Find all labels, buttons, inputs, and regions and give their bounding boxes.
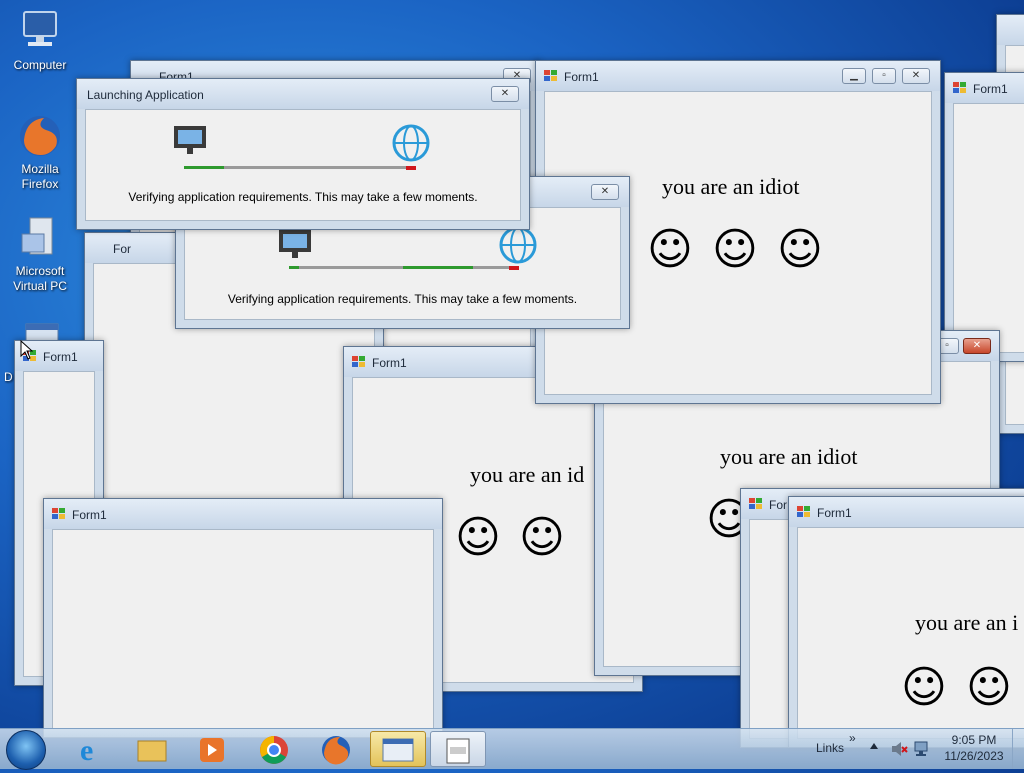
window-client xyxy=(52,529,434,729)
form-window[interactable]: Form1 xyxy=(43,498,443,738)
clock-date[interactable]: 11/26/2023 xyxy=(940,749,1008,763)
smiley-icon: ☺ xyxy=(901,662,947,713)
progress-segment xyxy=(184,166,224,169)
computer-icon xyxy=(174,126,206,154)
file-explorer-icon[interactable] xyxy=(124,731,180,767)
status-text: Verifying application requirements. This… xyxy=(227,292,578,306)
globe-icon xyxy=(392,124,430,162)
dialog-title: Launching Application xyxy=(87,88,204,102)
virtual-pc-icon xyxy=(16,214,64,262)
desktop-icon-label: Computer xyxy=(13,58,67,72)
smiley-icon: ☺ xyxy=(519,512,565,563)
form-window[interactable]: Form1 xyxy=(944,72,1024,362)
taskbar: e Links » 9:05 PM 11/26/2023 xyxy=(0,728,1024,770)
media-player-icon[interactable] xyxy=(184,731,240,767)
progress-end xyxy=(509,266,519,270)
links-chevron-icon[interactable]: » xyxy=(849,731,856,745)
smiley-icon: ☺ xyxy=(777,224,823,275)
close-button[interactable]: ✕ xyxy=(491,86,519,102)
window-title: Form1 xyxy=(372,356,407,370)
show-hidden-icons-icon[interactable] xyxy=(870,743,878,749)
form-icon xyxy=(749,498,762,509)
close-button[interactable]: ✕ xyxy=(902,68,930,84)
smiley-icon: ☺ xyxy=(455,512,501,563)
desktop-icon-computer[interactable]: Computer xyxy=(4,8,76,73)
progress-end xyxy=(406,166,416,170)
minimize-button[interactable]: ▁ xyxy=(842,68,866,84)
volume-muted-icon[interactable] xyxy=(890,741,908,757)
close-button[interactable]: ✕ xyxy=(591,184,619,200)
dialog-client: Verifying application requirements. This… xyxy=(85,109,521,221)
window-client: you are an i ☺ ☺ xyxy=(797,527,1024,739)
internet-explorer-icon[interactable]: e xyxy=(62,731,118,767)
window-title: Form1 xyxy=(72,508,107,522)
message-text: you are an id xyxy=(470,462,585,487)
title-bar[interactable] xyxy=(997,15,1024,45)
message-text: you are an idiot xyxy=(662,174,800,199)
computer-icon xyxy=(16,8,64,56)
desktop-icon-label: Mozilla Firefox xyxy=(21,162,59,191)
window-title: Form1 xyxy=(564,70,599,84)
window-title: For xyxy=(769,498,787,512)
firefox-icon[interactable] xyxy=(308,731,364,767)
form-window[interactable]: Form1 you are an i ☺ ☺ xyxy=(788,496,1024,748)
form-icon xyxy=(52,508,65,519)
progress-segment xyxy=(403,266,473,269)
window-title: Form1 xyxy=(43,350,78,364)
firefox-icon xyxy=(16,112,64,160)
window-title: Form1 xyxy=(973,82,1008,96)
globe-icon xyxy=(499,226,537,264)
smiley-icon: ☺ xyxy=(712,224,758,275)
window-title: For xyxy=(113,242,131,256)
status-text: Verifying application requirements. This… xyxy=(128,190,478,204)
clock-time[interactable]: 9:05 PM xyxy=(944,733,1004,747)
links-toolbar-label[interactable]: Links xyxy=(816,741,844,755)
maximize-button[interactable]: ▫ xyxy=(872,68,896,84)
mouse-cursor-icon xyxy=(20,340,34,360)
svg-text:e: e xyxy=(80,734,93,767)
form-icon xyxy=(544,70,557,81)
smiley-icon: ☺ xyxy=(647,224,693,275)
smiley-icon: ☺ xyxy=(966,662,1012,713)
form-icon xyxy=(797,506,810,517)
form-icon xyxy=(352,356,365,367)
computer-icon xyxy=(279,230,311,258)
close-button[interactable]: ✕ xyxy=(963,338,991,354)
chrome-icon[interactable] xyxy=(246,731,302,767)
start-orb-icon[interactable] xyxy=(6,730,46,770)
app-window-icon[interactable] xyxy=(370,731,426,767)
window-client xyxy=(953,103,1024,353)
window-title: Form1 xyxy=(817,506,852,520)
form-icon xyxy=(953,82,966,93)
desktop-icon-label-d: D xyxy=(4,370,13,384)
message-text: you are an i xyxy=(915,610,1019,635)
form-app-icon[interactable] xyxy=(430,731,486,767)
launch-dialog[interactable]: Launching Application ✕ Verifying applic… xyxy=(76,78,530,230)
message-text: you are an idiot xyxy=(720,444,858,469)
show-desktop-button[interactable] xyxy=(1012,729,1024,769)
desktop-icon-label: Microsoft Virtual PC xyxy=(13,264,67,293)
desktop-icon-firefox[interactable]: Mozilla Firefox xyxy=(4,112,76,192)
progress-segment xyxy=(289,266,299,269)
network-icon[interactable] xyxy=(914,741,932,757)
desktop-icon-virtual-pc[interactable]: Microsoft Virtual PC xyxy=(4,214,76,294)
